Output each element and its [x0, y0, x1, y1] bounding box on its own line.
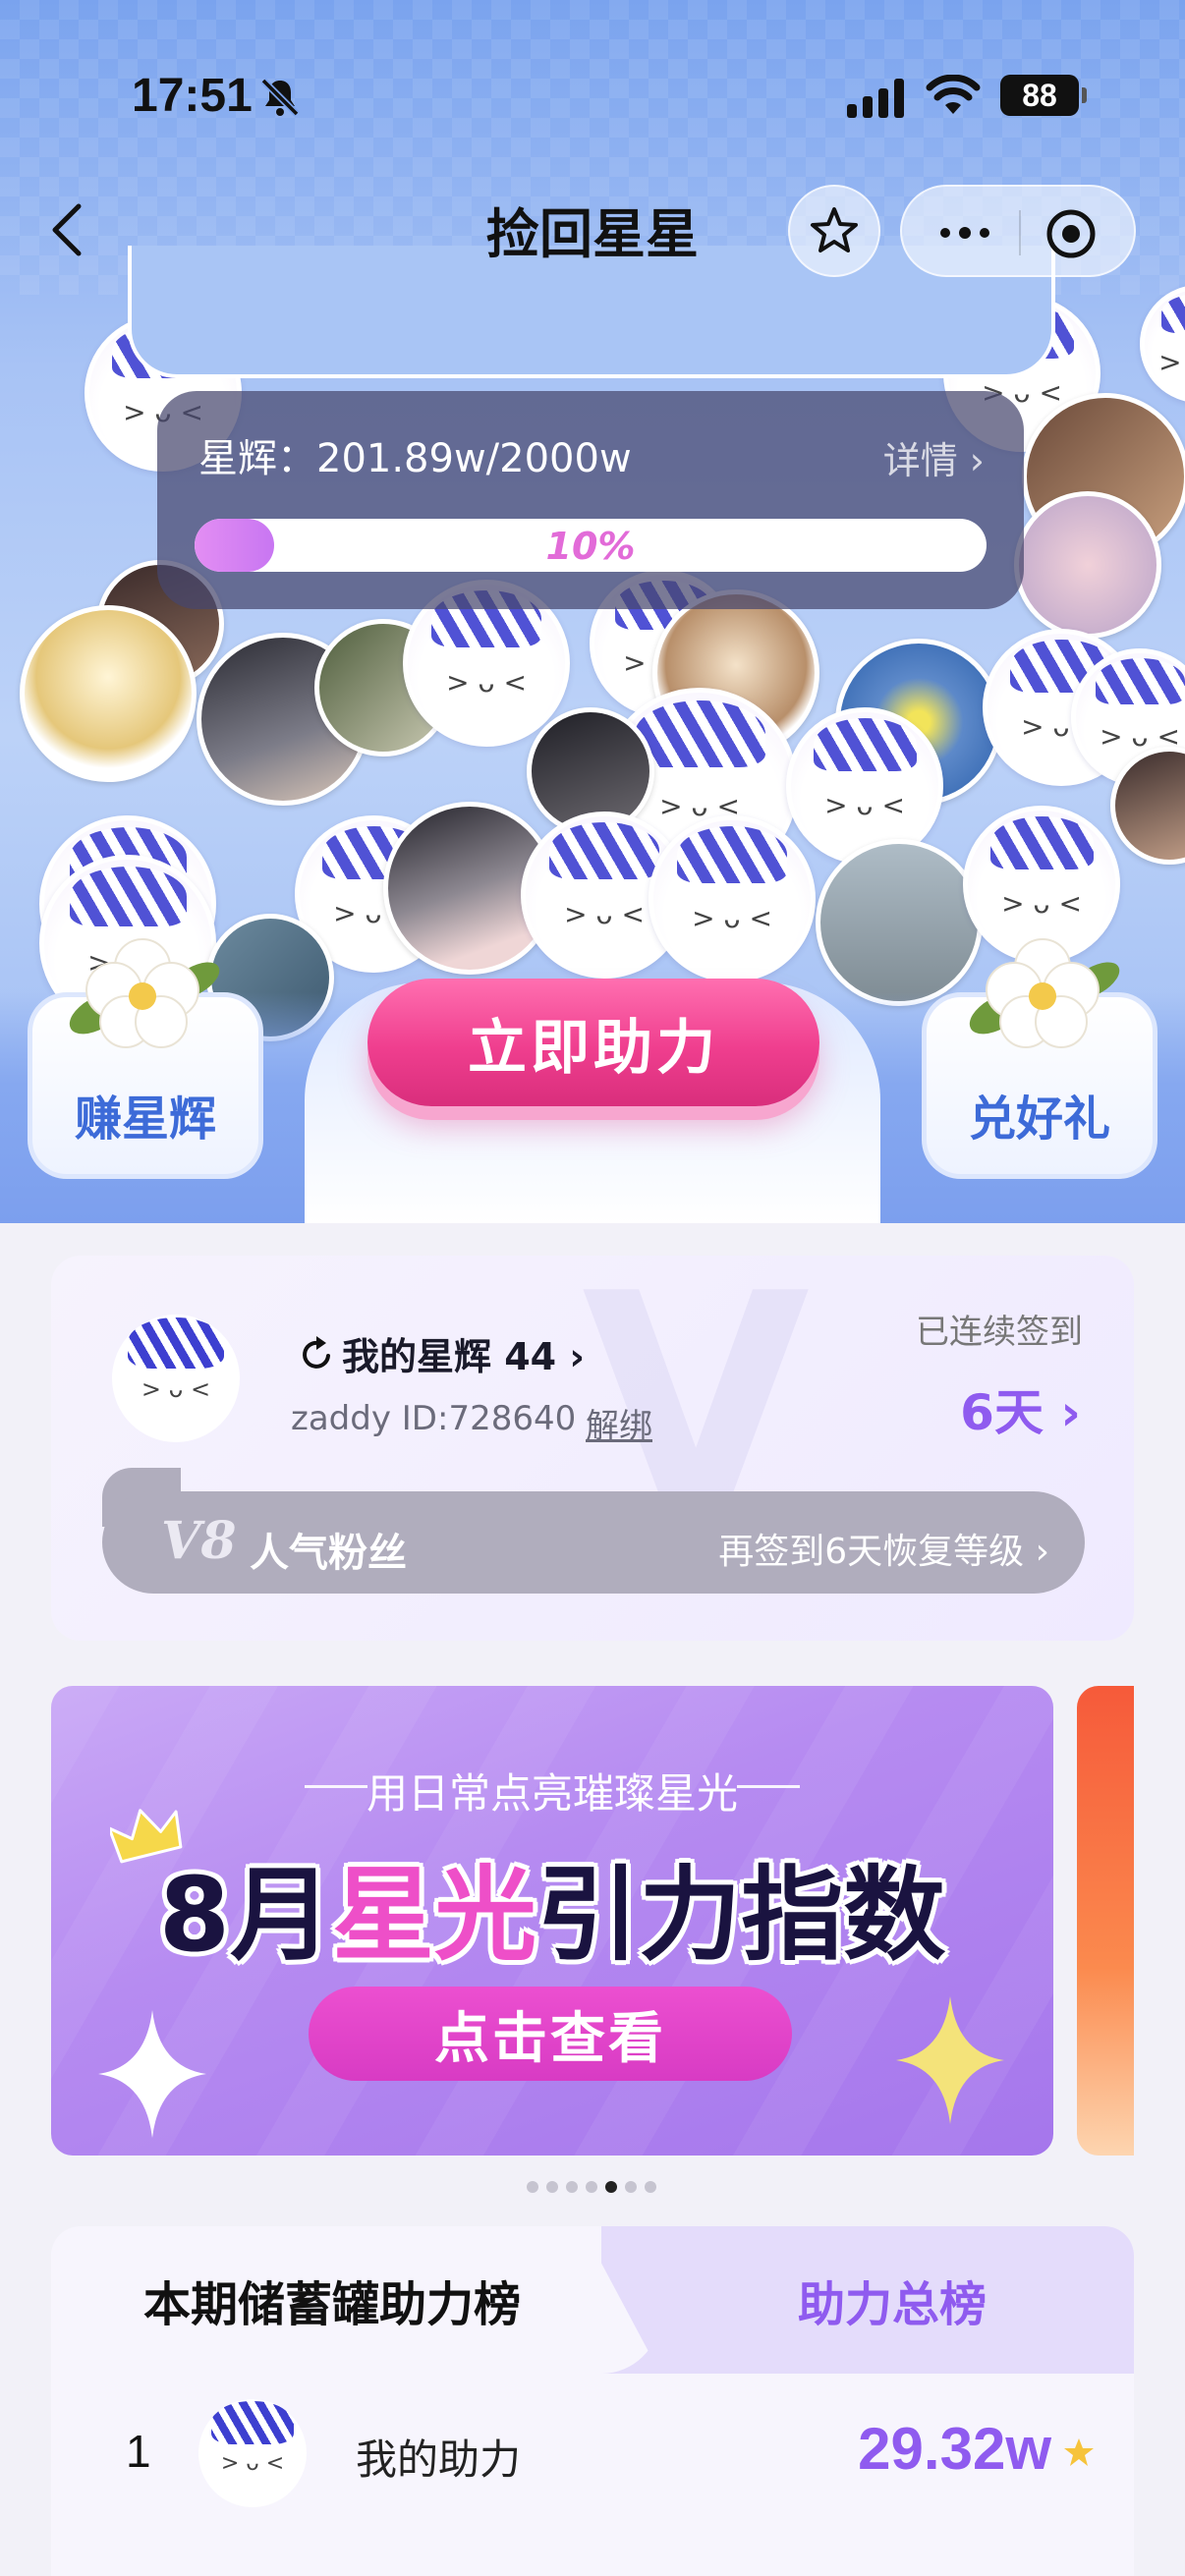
capsule-divider: [1019, 210, 1021, 255]
streak-days-value: 6天: [960, 1384, 1044, 1441]
hero-section: > ᴗ < > ᴗ < > ᴗ < > ᴗ < > ᴗ < > ᴗ < > ᴗ …: [0, 0, 1185, 1223]
pager-dot: [605, 2181, 617, 2193]
avatar: > ᴗ <: [112, 1315, 240, 1442]
row-name: 我的助力: [356, 2436, 522, 2484]
fan-photo: [1014, 491, 1161, 639]
user-id: zaddy ID:728640: [291, 1399, 577, 1438]
avatar: > ᴗ <: [198, 2399, 307, 2507]
sparkle-icon: [98, 2010, 206, 2138]
mini-program-capsule: [900, 185, 1136, 277]
battery-icon: 88: [1000, 75, 1087, 116]
sparkle-icon: [896, 1996, 1004, 2124]
my-stars-label: 我的星辉 44: [342, 1335, 557, 1378]
flower-icon: [69, 938, 220, 1048]
refresh-icon[interactable]: [299, 1334, 336, 1373]
banner-pager: [527, 2181, 656, 2195]
progress-detail-label: 详情: [882, 439, 958, 482]
tab-current-board[interactable]: 本期储蓄罐助力榜: [143, 2266, 521, 2334]
fan-photo: [816, 839, 983, 1006]
progress-label: 星辉：201.89w/2000w: [198, 436, 632, 481]
checkin-card: V > ᴗ < 我的星辉 44 › zaddy ID:728640 解绑 已连续…: [51, 1256, 1134, 1641]
streak-days-link[interactable]: 6天 ›: [960, 1373, 1081, 1444]
row-score: 29.32w: [858, 2416, 1051, 2482]
mascot-bubble: > ᴗ <: [1140, 285, 1185, 403]
mascot-bubble: > ᴗ <: [649, 815, 816, 982]
streak-label: 已连续签到: [916, 1313, 1083, 1352]
tab-total-board[interactable]: 助力总榜: [798, 2266, 987, 2334]
target-icon[interactable]: [1044, 206, 1099, 261]
banner-subtitle: 用日常点亮璀璨星光: [366, 1769, 738, 1818]
level-hint-text: 再签到6天恢复等级: [718, 1532, 1025, 1572]
my-stars-link[interactable]: 我的星辉 44 ›: [342, 1326, 585, 1380]
pager-dot: [586, 2181, 597, 2193]
redeem-gifts-label: 兑好礼: [968, 1092, 1110, 1147]
progress-percent: 10%: [545, 525, 636, 568]
banner-title-suffix: 引力指数: [536, 1855, 946, 1975]
chevron-right-icon: ›: [1060, 1384, 1081, 1441]
chevron-right-icon: ›: [1035, 1532, 1049, 1572]
help-now-button[interactable]: 立即助力: [367, 979, 819, 1106]
progress-bar: 10%: [195, 519, 987, 572]
status-time: 17:51: [132, 70, 253, 122]
level-name: 人气粉丝: [250, 1531, 407, 1576]
pager-dot: [645, 2181, 656, 2193]
banner-view-button[interactable]: 点击查看: [309, 1987, 792, 2081]
signal-icon: [847, 79, 904, 118]
earn-stars-label: 赚星辉: [74, 1092, 216, 1147]
bell-mute-icon: [260, 78, 300, 117]
chevron-right-icon: ›: [969, 439, 985, 482]
flower-icon: [969, 938, 1120, 1048]
pager-dot: [527, 2181, 538, 2193]
level-bar[interactable]: V8 人气粉丝 再签到6天恢复等级 ›: [102, 1491, 1085, 1594]
banner-title: 8月星光引力指数: [51, 1831, 1053, 1980]
pager-dot: [566, 2181, 578, 2193]
unbind-link[interactable]: 解绑: [586, 1399, 652, 1447]
chevron-right-icon: ›: [569, 1335, 586, 1378]
promo-banner[interactable]: 用日常点亮璀璨星光 8月星光引力指数 点击查看: [51, 1686, 1053, 2156]
pager-dot: [546, 2181, 558, 2193]
more-icon[interactable]: [926, 208, 1004, 257]
star-icon: [811, 207, 858, 252]
banner-title-highlight: 星光: [332, 1855, 537, 1975]
wifi-icon: [926, 75, 981, 114]
next-banner-peek[interactable]: [1077, 1686, 1134, 2156]
level-hint: 再签到6天恢复等级 ›: [718, 1523, 1049, 1574]
pager-dot: [625, 2181, 637, 2193]
row-rank: 1: [126, 2426, 151, 2477]
banner-title-prefix: 8月: [158, 1855, 333, 1975]
star-progress-panel: 星辉：201.89w/2000w 详情 › 10%: [157, 391, 1024, 609]
star-icon: [1064, 2438, 1094, 2466]
progress-detail-link[interactable]: 详情 ›: [883, 430, 985, 484]
level-badge: V8: [161, 1511, 237, 1571]
table-row[interactable]: 1 > ᴗ < 我的助力 29.32w: [51, 2374, 1134, 2550]
leaderboard: 本期储蓄罐助力榜 助力总榜 1 > ᴗ < 我的助力 29.32w: [51, 2226, 1134, 2576]
favorite-button[interactable]: [788, 185, 880, 277]
fan-photo: [20, 605, 197, 782]
